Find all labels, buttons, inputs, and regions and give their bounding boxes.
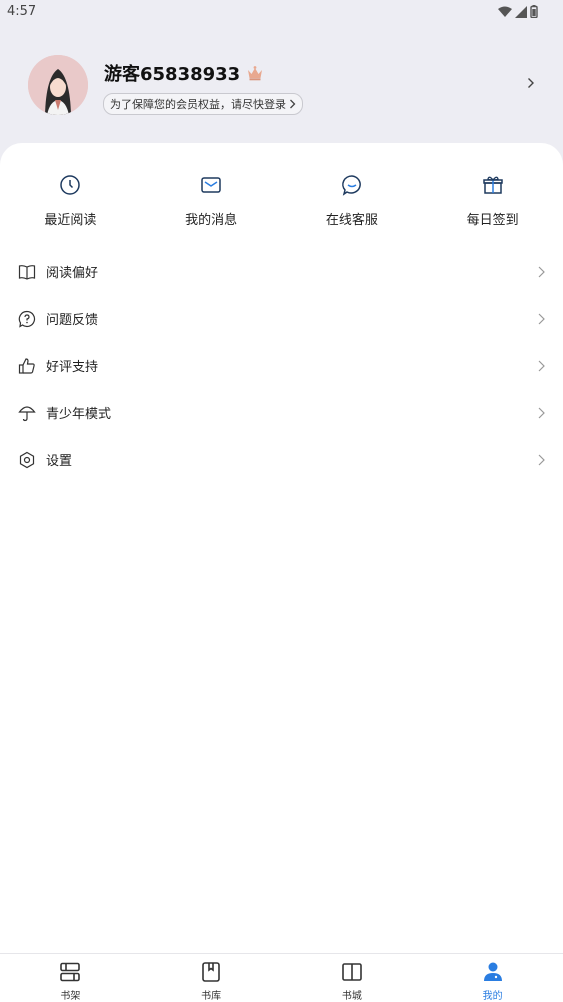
chevron-right-icon — [290, 99, 296, 109]
menu-settings[interactable]: 设置 — [0, 436, 563, 483]
menu-label: 设置 — [46, 454, 73, 469]
profile-chevron-icon[interactable] — [527, 77, 535, 89]
bookstore-icon — [342, 963, 362, 981]
question-bubble-icon — [18, 310, 36, 328]
mail-icon — [201, 177, 221, 193]
chevron-right-icon — [538, 313, 545, 324]
wifi-icon — [498, 6, 512, 17]
library-icon — [202, 962, 220, 982]
bookshelf-icon — [60, 962, 81, 982]
thumbs-up-icon — [18, 357, 35, 374]
crown-icon — [248, 66, 263, 81]
menu-label: 问题反馈 — [46, 313, 99, 328]
menu-label: 阅读偏好 — [46, 266, 99, 281]
status-icons — [498, 5, 538, 18]
bottom-tab-bar: 书架 书库 书城 我的 — [0, 953, 563, 1002]
tab-label: 书城 — [341, 991, 362, 1002]
umbrella-icon — [18, 405, 36, 421]
settings-menu: 阅读偏好 问题反馈 好评支持 青少年模式 设置 — [0, 248, 563, 483]
tab-label: 书库 — [201, 991, 222, 1002]
menu-feedback[interactable]: 问题反馈 — [0, 295, 563, 342]
tab-profile[interactable]: 我的 — [422, 954, 563, 1002]
book-open-icon — [18, 264, 36, 280]
status-bar: 4:57 — [0, 0, 563, 24]
avatar-illustration — [28, 55, 88, 115]
signal-icon — [515, 5, 527, 18]
quick-recent-reading[interactable]: 最近阅读 — [0, 173, 141, 228]
chevron-right-icon — [538, 454, 545, 465]
quick-label: 在线客服 — [325, 213, 378, 228]
quick-my-messages[interactable]: 我的消息 — [141, 173, 282, 228]
chevron-right-icon — [538, 266, 545, 277]
tab-bookstore[interactable]: 书城 — [282, 954, 423, 1002]
battery-icon — [530, 5, 538, 18]
menu-label: 青少年模式 — [46, 407, 112, 422]
chevron-right-icon — [538, 407, 545, 418]
menu-youth-mode[interactable]: 青少年模式 — [0, 389, 563, 436]
avatar[interactable] — [28, 55, 88, 115]
username-row: 游客65838933 — [104, 60, 264, 86]
settings-icon — [19, 451, 35, 468]
quick-daily-checkin[interactable]: 每日签到 — [422, 173, 563, 228]
clock-icon — [60, 175, 81, 195]
chat-icon — [342, 175, 361, 196]
quick-actions: 最近阅读 我的消息 在线客服 每日签到 — [0, 173, 563, 228]
status-time: 4:57 — [7, 4, 37, 19]
menu-label: 好评支持 — [46, 360, 99, 375]
menu-rate-support[interactable]: 好评支持 — [0, 342, 563, 389]
content-card: 最近阅读 我的消息 在线客服 每日签到 阅读偏好 问题反馈 好评支持 青少年模式… — [0, 143, 563, 953]
menu-reading-preference[interactable]: 阅读偏好 — [0, 248, 563, 295]
login-tip-text: 为了保障您的会员权益，请尽快登录 — [110, 98, 286, 111]
tab-label: 书架 — [60, 991, 81, 1002]
quick-label: 最近阅读 — [44, 213, 97, 228]
chevron-right-icon — [538, 360, 545, 371]
tab-label: 我的 — [482, 991, 503, 1002]
quick-label: 每日签到 — [466, 213, 519, 228]
tab-bookshelf[interactable]: 书架 — [0, 954, 141, 1002]
quick-online-service[interactable]: 在线客服 — [282, 173, 423, 228]
quick-label: 我的消息 — [185, 213, 238, 228]
username: 游客65838933 — [104, 64, 241, 85]
tab-library[interactable]: 书库 — [141, 954, 282, 1002]
gift-icon — [482, 176, 503, 194]
profile-header[interactable]: 游客65838933 为了保障您的会员权益，请尽快登录 — [0, 40, 563, 140]
login-tip-button[interactable]: 为了保障您的会员权益，请尽快登录 — [103, 93, 303, 115]
profile-icon — [483, 962, 502, 981]
